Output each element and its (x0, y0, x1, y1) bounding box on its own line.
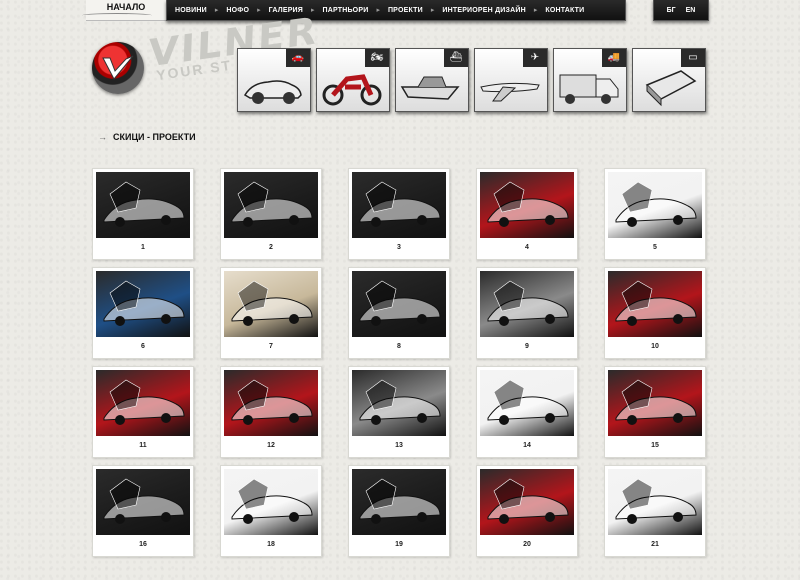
section-title-text: СКИЦИ - ПРОЕКТИ (113, 132, 196, 142)
boat-sketch (400, 76, 460, 100)
nav-contacts[interactable]: КОНТАКТИ (537, 7, 592, 14)
gallery-card[interactable]: 14 (476, 366, 578, 458)
home-tab[interactable]: НАЧАЛО (82, 0, 166, 21)
category-plane[interactable]: ✈ (474, 48, 548, 112)
nav-info[interactable]: НОФО (218, 7, 257, 14)
nav-news[interactable]: НОВИНИ (167, 7, 215, 14)
gallery-number: 12 (267, 442, 275, 449)
gallery-thumbnail[interactable] (352, 469, 446, 535)
gallery-thumbnail[interactable] (224, 172, 318, 238)
main-nav: НОВИНИ ▸ НОФО ▸ ГАЛЕРИЯ ▸ ПАРТНЬОРИ ▸ ПР… (166, 0, 626, 21)
gallery-number: 1 (141, 244, 145, 251)
gallery-number: 10 (651, 343, 659, 350)
gallery-card[interactable]: 15 (604, 366, 706, 458)
category-other[interactable]: ▭ (632, 48, 706, 112)
gallery-thumbnail[interactable] (608, 469, 702, 535)
gallery-number: 4 (525, 244, 529, 251)
gallery-card[interactable]: 4 (476, 168, 578, 260)
gallery-number: 16 (139, 541, 147, 548)
category-motorcycle[interactable]: 🏍 (316, 48, 390, 112)
gallery-card[interactable]: 18 (220, 465, 322, 557)
gallery-number: 13 (395, 442, 403, 449)
gallery-number: 18 (267, 541, 275, 548)
gallery-number: 14 (523, 442, 531, 449)
gallery-thumbnail[interactable] (608, 370, 702, 436)
gallery-card[interactable]: 2 (220, 168, 322, 260)
truck-sketch (559, 74, 619, 104)
arrow-right-icon: → (98, 132, 107, 142)
gallery-number: 15 (651, 442, 659, 449)
gallery-number: 20 (523, 541, 531, 548)
section-title: → СКИЦИ - ПРОЕКТИ (98, 132, 196, 142)
lang-en[interactable]: EN (686, 7, 696, 14)
gallery-number: 2 (269, 244, 273, 251)
gallery-thumbnail[interactable] (96, 370, 190, 436)
gadget-sketch (645, 70, 697, 107)
motorcycle-sketch (322, 74, 382, 106)
category-truck[interactable]: 🚚 (553, 48, 627, 112)
gallery-card[interactable]: 3 (348, 168, 450, 260)
gallery-thumbnail[interactable] (224, 469, 318, 535)
plane-sketch (480, 82, 540, 102)
gallery-card[interactable]: 19 (348, 465, 450, 557)
gallery-number: 3 (397, 244, 401, 251)
gallery-card[interactable]: 6 (92, 267, 194, 359)
nav-projects[interactable]: ПРОЕКТИ (380, 7, 431, 14)
nav-interior-design[interactable]: ИНТЕРИОРЕН ДИЗАЙН (434, 7, 533, 14)
gallery-card[interactable]: 8 (348, 267, 450, 359)
nav-partners[interactable]: ПАРТНЬОРИ (315, 7, 377, 14)
gallery-number: 5 (653, 244, 657, 251)
gallery-thumbnail[interactable] (96, 271, 190, 337)
gallery-card[interactable]: 13 (348, 366, 450, 458)
gallery-thumbnail[interactable] (96, 469, 190, 535)
gallery-thumbnail[interactable] (480, 469, 574, 535)
gallery-thumbnail[interactable] (480, 370, 574, 436)
lang-bg[interactable]: БГ (667, 7, 676, 14)
category-boat[interactable]: ⛴ (395, 48, 469, 112)
gallery-number: 8 (397, 343, 401, 350)
gallery-card[interactable]: 10 (604, 267, 706, 359)
gallery-card[interactable]: 1 (92, 168, 194, 260)
gallery-number: 21 (651, 541, 659, 548)
gallery-thumbnail[interactable] (480, 271, 574, 337)
gallery-card[interactable]: 16 (92, 465, 194, 557)
gallery-thumbnail[interactable] (352, 271, 446, 337)
gallery-thumbnail[interactable] (224, 271, 318, 337)
gallery-number: 11 (139, 442, 147, 449)
gallery-card[interactable]: 11 (92, 366, 194, 458)
category-car[interactable]: 🚗 (237, 48, 311, 112)
gallery-thumbnail[interactable] (608, 271, 702, 337)
home-label[interactable]: НАЧАЛО (107, 2, 146, 12)
gallery-number: 19 (395, 541, 403, 548)
gallery-card[interactable]: 12 (220, 366, 322, 458)
gallery-card[interactable]: 7 (220, 267, 322, 359)
gallery-thumbnail[interactable] (480, 172, 574, 238)
gallery-number: 9 (525, 343, 529, 350)
gallery-card[interactable]: 20 (476, 465, 578, 557)
gallery-thumbnail[interactable] (224, 370, 318, 436)
gallery-thumbnail[interactable] (608, 172, 702, 238)
logo-v-icon (102, 55, 134, 80)
car-sketch (243, 80, 302, 104)
gallery-number: 7 (269, 343, 273, 350)
language-switcher: БГ EN (653, 0, 709, 21)
gallery-thumbnail[interactable] (96, 172, 190, 238)
gallery-number: 6 (141, 343, 145, 350)
gallery-thumbnail[interactable] (352, 370, 446, 436)
gallery-thumbnail[interactable] (352, 172, 446, 238)
gallery-card[interactable]: 21 (604, 465, 706, 557)
gallery-card[interactable]: 9 (476, 267, 578, 359)
gallery-card[interactable]: 5 (604, 168, 706, 260)
